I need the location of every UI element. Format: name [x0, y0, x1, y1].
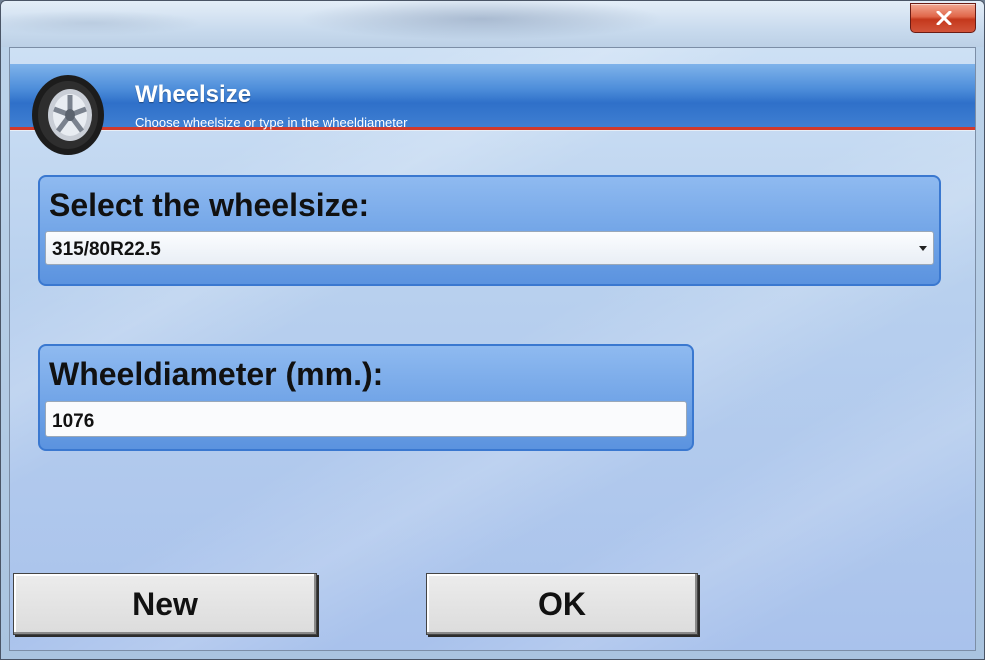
- wheeldiameter-value: 1076: [52, 411, 95, 432]
- wheelsize-selected-value: 315/80R22.5: [52, 239, 161, 260]
- close-icon: [936, 11, 952, 25]
- wheeldiameter-input[interactable]: 1076: [45, 401, 687, 437]
- wheelsize-select[interactable]: 315/80R22.5: [45, 231, 934, 265]
- wheelsize-group: Select the wheelsize: 315/80R22.5: [38, 175, 941, 286]
- wheelsize-label: Select the wheelsize:: [49, 187, 370, 223]
- new-button[interactable]: New: [13, 573, 317, 635]
- tire-icon: [32, 75, 104, 155]
- header-banner: Wheelsize Choose wheelsize or type in th…: [10, 64, 975, 155]
- title-bar[interactable]: [1, 1, 984, 47]
- page-subtitle: Choose wheelsize or type in the wheeldia…: [135, 115, 408, 130]
- chevron-down-icon[interactable]: [919, 246, 927, 251]
- ok-button[interactable]: OK: [426, 573, 698, 635]
- wheeldiameter-label: Wheeldiameter (mm.):: [49, 356, 384, 392]
- dialog-client-area: Wheelsize Choose wheelsize or type in th…: [9, 47, 976, 651]
- dialog-window: Wheelsize Choose wheelsize or type in th…: [0, 0, 985, 660]
- close-button[interactable]: [910, 3, 976, 33]
- wheeldiameter-group: Wheeldiameter (mm.): 1076: [38, 344, 694, 451]
- page-title: Wheelsize: [135, 81, 252, 108]
